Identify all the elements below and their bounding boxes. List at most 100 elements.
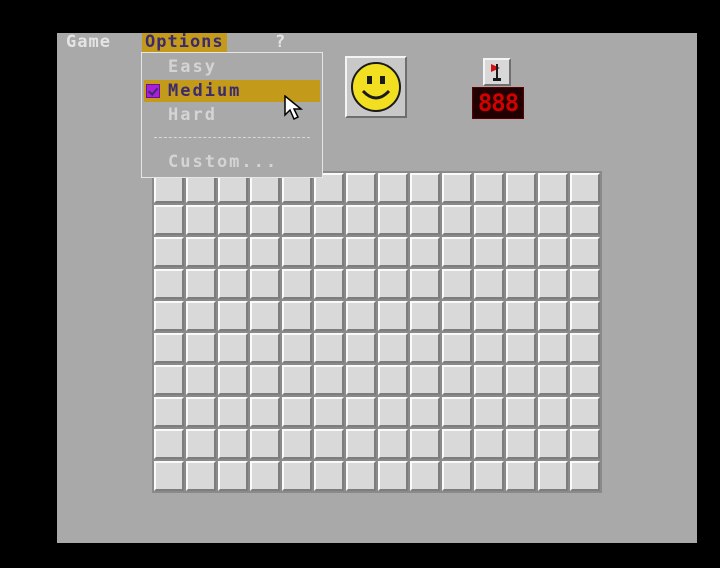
minefield-cell[interactable] [378, 205, 408, 235]
minefield-cell[interactable] [250, 237, 280, 267]
minefield-cell[interactable] [314, 429, 344, 459]
minefield-cell[interactable] [378, 173, 408, 203]
minefield-cell[interactable] [314, 301, 344, 331]
minefield-cell[interactable] [346, 301, 376, 331]
minefield-cell[interactable] [186, 237, 216, 267]
minefield-cell[interactable] [250, 397, 280, 427]
minefield-cell[interactable] [218, 237, 248, 267]
minefield-cell[interactable] [506, 173, 536, 203]
minefield-cell[interactable] [282, 237, 312, 267]
minefield-cell[interactable] [570, 205, 600, 235]
minefield-cell[interactable] [218, 333, 248, 363]
minefield-cell[interactable] [410, 397, 440, 427]
minefield-cell[interactable] [538, 461, 568, 491]
menu-item-custom[interactable]: Custom... [144, 151, 320, 173]
minefield-cell[interactable] [250, 269, 280, 299]
minefield-cell[interactable] [314, 269, 344, 299]
minefield-cell[interactable] [474, 237, 504, 267]
minefield-cell[interactable] [282, 269, 312, 299]
minefield-cell[interactable] [154, 461, 184, 491]
minefield-cell[interactable] [346, 173, 376, 203]
minefield-cell[interactable] [474, 365, 504, 395]
minefield-cell[interactable] [506, 333, 536, 363]
minefield-cell[interactable] [538, 397, 568, 427]
minefield-cell[interactable] [346, 269, 376, 299]
minefield-cell[interactable] [410, 365, 440, 395]
minefield-cell[interactable] [474, 397, 504, 427]
minefield-cell[interactable] [410, 205, 440, 235]
new-game-button[interactable] [345, 56, 407, 118]
minefield-cell[interactable] [538, 301, 568, 331]
minefield-cell[interactable] [154, 429, 184, 459]
minefield-cell[interactable] [538, 205, 568, 235]
minefield-cell[interactable] [506, 237, 536, 267]
minefield-cell[interactable] [474, 205, 504, 235]
minefield-cell[interactable] [442, 429, 472, 459]
minefield-cell[interactable] [474, 429, 504, 459]
minefield-cell[interactable] [186, 461, 216, 491]
minefield-cell[interactable] [506, 461, 536, 491]
minefield-cell[interactable] [410, 173, 440, 203]
minefield-cell[interactable] [378, 365, 408, 395]
minefield-cell[interactable] [474, 461, 504, 491]
minefield-cell[interactable] [314, 237, 344, 267]
minefield-cell[interactable] [250, 205, 280, 235]
minefield-cell[interactable] [378, 301, 408, 331]
minefield-cell[interactable] [250, 365, 280, 395]
minefield-cell[interactable] [378, 461, 408, 491]
minefield-cell[interactable] [570, 301, 600, 331]
menu-options[interactable]: Options [142, 33, 227, 52]
minefield-cell[interactable] [410, 301, 440, 331]
minefield-cell[interactable] [154, 269, 184, 299]
minefield-cell[interactable] [250, 429, 280, 459]
minefield-cell[interactable] [570, 429, 600, 459]
minefield-cell[interactable] [314, 205, 344, 235]
minefield-cell[interactable] [218, 461, 248, 491]
minefield-cell[interactable] [154, 301, 184, 331]
minefield-cell[interactable] [410, 461, 440, 491]
minefield-cell[interactable] [346, 429, 376, 459]
minefield-cell[interactable] [506, 365, 536, 395]
menu-help[interactable]: ? [275, 33, 286, 52]
minefield-cell[interactable] [442, 269, 472, 299]
minefield-cell[interactable] [186, 333, 216, 363]
minefield-cell[interactable] [314, 365, 344, 395]
minefield-cell[interactable] [154, 333, 184, 363]
minefield-cell[interactable] [570, 461, 600, 491]
minefield-cell[interactable] [378, 397, 408, 427]
minefield-cell[interactable] [218, 269, 248, 299]
minefield-cell[interactable] [186, 429, 216, 459]
minefield-cell[interactable] [282, 301, 312, 331]
minefield-cell[interactable] [442, 461, 472, 491]
minefield-cell[interactable] [538, 173, 568, 203]
minefield-cell[interactable] [474, 333, 504, 363]
minefield-cell[interactable] [474, 173, 504, 203]
minefield-cell[interactable] [442, 173, 472, 203]
minefield-cell[interactable] [346, 205, 376, 235]
minefield-cell[interactable] [346, 333, 376, 363]
minefield-cell[interactable] [218, 397, 248, 427]
minefield-cell[interactable] [410, 237, 440, 267]
minefield-cell[interactable] [186, 397, 216, 427]
minefield-cell[interactable] [186, 365, 216, 395]
minefield-cell[interactable] [442, 397, 472, 427]
minefield-cell[interactable] [442, 301, 472, 331]
minefield-cell[interactable] [570, 333, 600, 363]
minefield-cell[interactable] [378, 269, 408, 299]
minefield-cell[interactable] [506, 397, 536, 427]
minefield-cell[interactable] [218, 301, 248, 331]
minefield-cell[interactable] [570, 173, 600, 203]
minefield-cell[interactable] [282, 333, 312, 363]
minefield-cell[interactable] [538, 365, 568, 395]
minefield-cell[interactable] [314, 333, 344, 363]
minefield-cell[interactable] [186, 301, 216, 331]
minefield-cell[interactable] [154, 365, 184, 395]
minefield-cell[interactable] [474, 269, 504, 299]
minefield-cell[interactable] [442, 237, 472, 267]
minefield-cell[interactable] [282, 429, 312, 459]
minefield-cell[interactable] [442, 205, 472, 235]
minefield-cell[interactable] [538, 269, 568, 299]
minefield-cell[interactable] [346, 397, 376, 427]
minefield-cell[interactable] [570, 365, 600, 395]
minefield-cell[interactable] [378, 429, 408, 459]
